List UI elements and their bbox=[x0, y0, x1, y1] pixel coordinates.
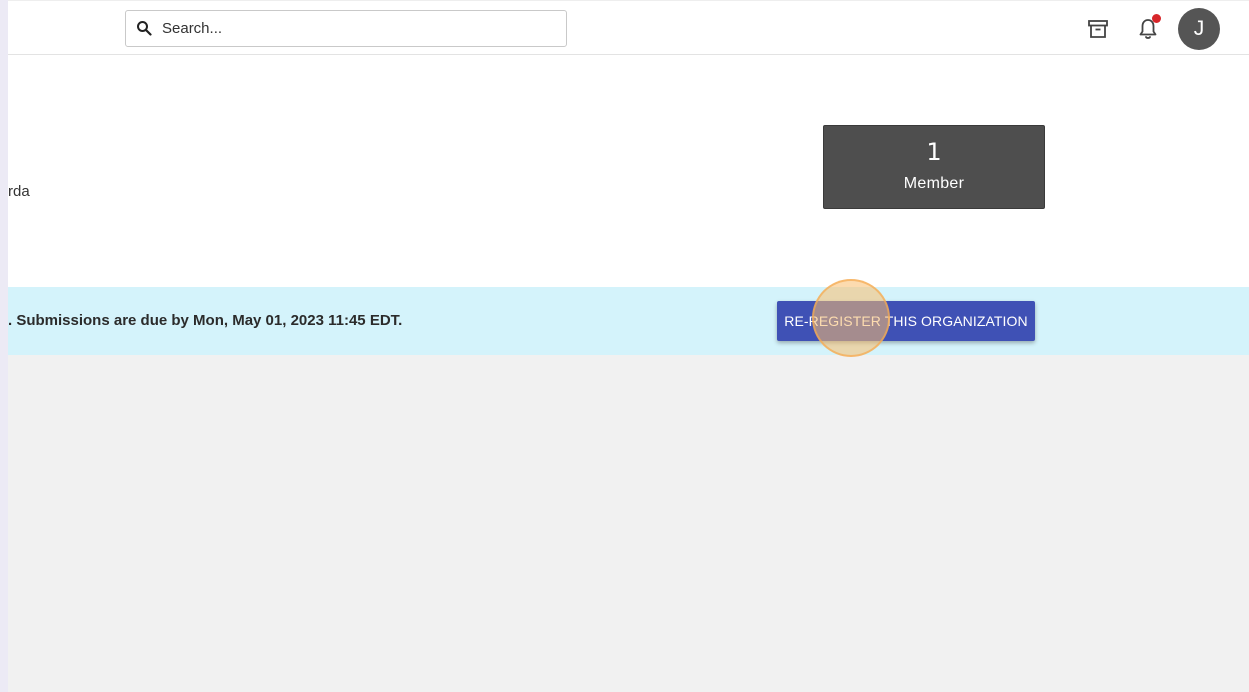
top-bar: J bbox=[8, 0, 1249, 55]
search-icon bbox=[137, 21, 152, 36]
user-avatar[interactable]: J bbox=[1178, 8, 1220, 50]
notification-badge bbox=[1152, 14, 1161, 23]
reregister-organization-button[interactable]: RE-REGISTER THIS ORGANIZATION bbox=[777, 301, 1035, 341]
member-count: 1 bbox=[926, 138, 942, 166]
member-count-card[interactable]: 1 Member bbox=[823, 125, 1045, 209]
banner-message: . Submissions are due by Mon, May 01, 20… bbox=[8, 312, 403, 329]
member-label: Member bbox=[903, 175, 965, 192]
reregistration-banner: . Submissions are due by Mon, May 01, 20… bbox=[8, 287, 1249, 355]
search-box[interactable] bbox=[125, 10, 567, 47]
search-input[interactable] bbox=[162, 15, 552, 42]
organization-name: rda bbox=[8, 183, 30, 200]
archive-icon[interactable] bbox=[1086, 17, 1110, 41]
organization-header: rda 1 Member bbox=[8, 55, 1249, 287]
left-nav-edge bbox=[0, 0, 8, 692]
